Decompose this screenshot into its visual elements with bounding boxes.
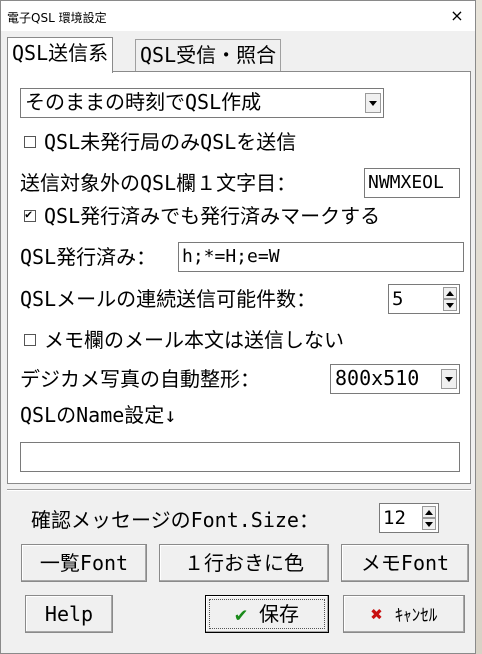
spin-down-icon[interactable] <box>443 299 457 311</box>
memo-no-send-checkbox[interactable] <box>24 334 36 346</box>
alt-row-color-button[interactable]: １行おきに色 <box>159 544 329 582</box>
issued-mark-label: QSL発行済みでも発行済みマークする <box>44 204 381 228</box>
time-mode-value: そのままの時刻でQSL作成 <box>25 90 262 114</box>
settings-dialog: 電子QSL 環境設定 × QSL受信・照合 QSL送信系 そのままの時刻でQSL… <box>0 0 476 654</box>
close-icon: ✖ <box>370 602 383 626</box>
cancel-button[interactable]: ✖ ｷｬﾝｾﾙ <box>343 595 465 633</box>
tab-qsl-send[interactable]: QSL送信系 <box>7 37 114 73</box>
exclude-first-char-input[interactable]: NWMXEOL <box>364 168 460 198</box>
issued-input[interactable]: h;*=H;e=W <box>178 242 464 272</box>
unissued-only-label: QSL未発行局のみQSLを送信 <box>44 130 297 154</box>
check-icon: ✔ <box>234 602 247 626</box>
issued-mark-checkbox[interactable]: ✔ <box>24 207 36 222</box>
font-size-label: 確認メッセージのFont.Size： <box>31 508 319 532</box>
issued-label: QSL発行済み： <box>20 245 157 269</box>
spin-up-icon[interactable] <box>443 287 457 299</box>
mail-count-value: 5 <box>392 288 404 310</box>
chevron-down-icon <box>365 93 381 113</box>
divider <box>7 489 471 491</box>
font-size-value: 12 <box>383 507 406 529</box>
tab-panel-send: そのままの時刻でQSL作成 QSL未発行局のみQSLを送信 送信対象外のQSL欄… <box>7 71 471 484</box>
exclude-first-char-label: 送信対象外のQSL欄１文字目： <box>20 171 297 195</box>
spin-down-icon[interactable] <box>422 518 436 530</box>
memo-no-send-label: メモ欄のメール本文は送信しない <box>44 328 344 352</box>
photo-resize-value: 800x510 <box>335 366 420 390</box>
list-font-button[interactable]: 一覧Font <box>21 544 147 582</box>
save-label: 保存 <box>259 602 300 626</box>
save-button[interactable]: ✔ 保存 <box>205 595 329 633</box>
help-button[interactable]: Help <box>25 595 113 633</box>
chevron-down-icon <box>441 369 457 389</box>
check-icon: ✔ <box>25 207 33 221</box>
window-title: 電子QSL 環境設定 <box>7 11 107 25</box>
mail-count-label: QSLメールの連続送信可能件数： <box>20 287 317 311</box>
tab-qsl-receive[interactable]: QSL受信・照合 <box>135 39 282 71</box>
name-setting-input[interactable] <box>20 442 460 472</box>
memo-font-button[interactable]: メモFont <box>341 544 469 582</box>
mail-count-spinner[interactable]: 5 <box>388 284 460 314</box>
spin-up-icon[interactable] <box>422 506 436 518</box>
font-size-spinner[interactable]: 12 <box>379 503 439 533</box>
unissued-only-checkbox[interactable] <box>24 136 36 148</box>
title-bar: 電子QSL 環境設定 × <box>1 1 475 31</box>
cancel-label: ｷｬﾝｾﾙ <box>394 606 438 626</box>
time-mode-select[interactable]: そのままの時刻でQSL作成 <box>20 88 384 118</box>
name-setting-label: QSLのName設定↓ <box>20 403 177 427</box>
photo-resize-select[interactable]: 800x510 <box>330 364 460 394</box>
close-button[interactable]: × <box>445 5 469 27</box>
photo-resize-label: デジカメ写真の自動整形： <box>20 367 260 391</box>
